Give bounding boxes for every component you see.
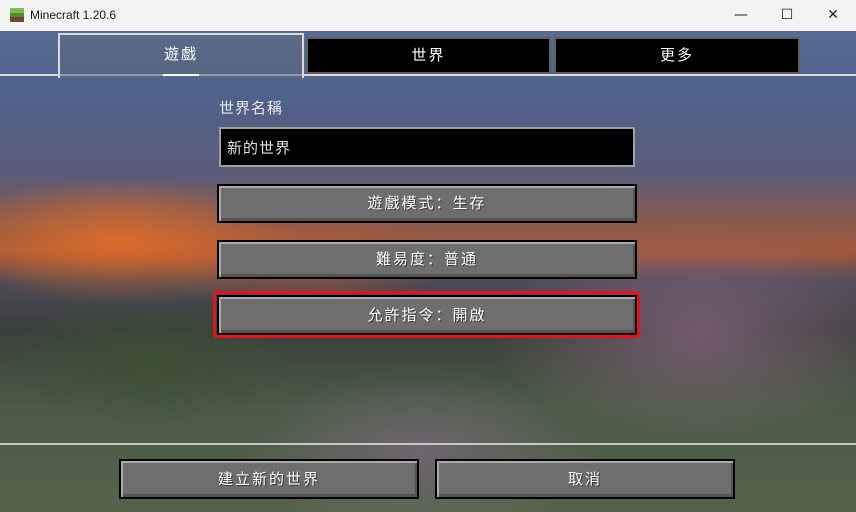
tab-more[interactable]: 更多	[554, 37, 800, 74]
highlight-box	[213, 291, 640, 338]
cancel-button[interactable]: 取消	[435, 459, 735, 499]
tab-game-label: 遊戲	[163, 45, 198, 63]
window-titlebar: Minecraft 1.20.6 — ☐ ✕	[0, 0, 856, 32]
footer-divider	[0, 443, 856, 445]
difficulty-button[interactable]: 難易度：普通	[217, 240, 637, 279]
tab-game[interactable]: 遊戲	[58, 33, 304, 78]
create-world-button[interactable]: 建立新的世界	[119, 459, 419, 499]
tab-world[interactable]: 世界	[306, 37, 551, 74]
tab-world-label: 世界	[411, 46, 446, 64]
game-mode-button[interactable]: 遊戲模式：生存	[217, 184, 637, 223]
world-name-input[interactable]	[219, 127, 635, 167]
window-title: Minecraft 1.20.6	[30, 8, 117, 22]
minecraft-grass-block-icon	[10, 8, 24, 22]
world-name-label: 世界名稱	[219, 99, 284, 117]
tab-more-label: 更多	[659, 46, 694, 64]
minimize-button[interactable]: —	[718, 0, 764, 31]
active-tab-underline	[163, 74, 199, 76]
maximize-button[interactable]: ☐	[764, 0, 810, 31]
create-world-screen: 遊戲 世界 更多 世界名稱 遊戲模式：生存 難易度：普通 允許指令：開啟 建立新…	[0, 31, 856, 512]
close-button[interactable]: ✕	[810, 0, 856, 31]
